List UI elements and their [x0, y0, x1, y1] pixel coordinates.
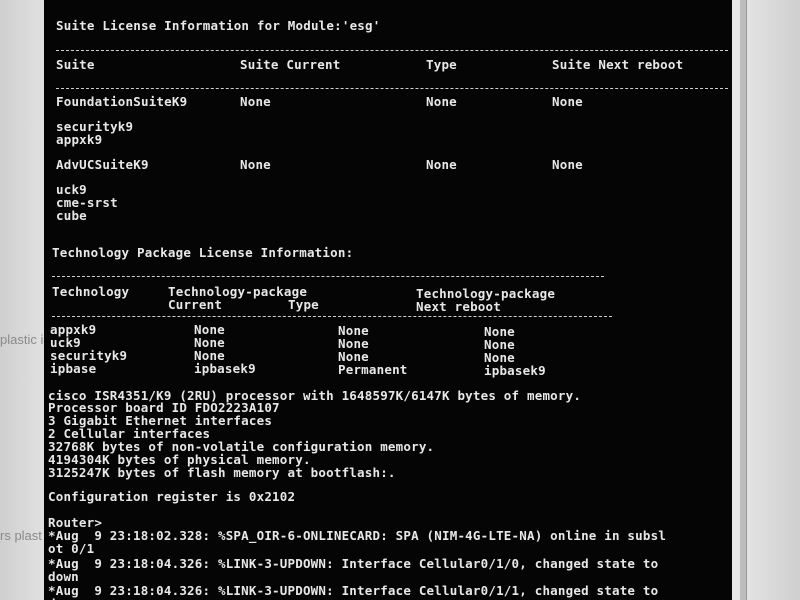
tech-license-title: Technology Package License Information: [52, 245, 354, 260]
hw-info-line: 3125247K bytes of flash memory at bootfl… [48, 465, 396, 480]
tech-header-current: Current [168, 297, 223, 312]
scrollbar-edge [746, 0, 747, 600]
suite-header-type: Type [426, 57, 457, 72]
suite-header-current: Suite Current [240, 57, 341, 72]
tech-header-technology: Technology [52, 284, 130, 299]
log-line: *Aug 9 23:18:02.328: %SPA_OIR-6-ONLINECA… [48, 528, 667, 543]
config-register-line: Configuration register is 0x2102 [48, 489, 296, 504]
log-line: down [48, 569, 79, 584]
divider [56, 50, 728, 51]
tech-header-next-reboot: Next reboot [416, 299, 501, 314]
terminal-window[interactable]: Suite License Information for Module:'es… [44, 0, 732, 600]
suite-row-type: None [426, 94, 457, 109]
tech-header-type: Type [288, 297, 319, 312]
suite-feature: appxk9 [56, 132, 103, 147]
divider [52, 316, 612, 317]
suite-row-next: None [552, 94, 583, 109]
tech-row-next: ipbasek9 [484, 363, 546, 378]
tech-row-current: ipbasek9 [194, 361, 256, 376]
suite-row-current: None [240, 157, 271, 172]
background-text-snippet: plastic is [0, 332, 50, 347]
suite-row-type: None [426, 157, 457, 172]
suite-row-name: FoundationSuiteK9 [56, 94, 188, 109]
log-line: *Aug 9 23:18:04.326: %LINK-3-UPDOWN: Int… [48, 583, 659, 598]
background-window-right [730, 0, 800, 600]
suite-row-name: AdvUCSuiteK9 [56, 157, 149, 172]
suite-feature: cube [56, 208, 87, 223]
suite-header-suite: Suite [56, 57, 95, 72]
suite-license-title: Suite License Information for Module:'es… [56, 18, 381, 33]
suite-header-next-reboot: Suite Next reboot [552, 57, 684, 72]
suite-row-current: None [240, 94, 271, 109]
suite-row-next: None [552, 157, 583, 172]
background-text-snippet: rs plast [0, 528, 42, 543]
log-line: ot 0/1 [48, 541, 95, 556]
log-line: *Aug 9 23:18:04.326: %LINK-3-UPDOWN: Int… [48, 556, 659, 571]
divider [56, 88, 728, 89]
divider [52, 276, 604, 277]
tech-row-technology: ipbase [50, 361, 97, 376]
tech-row-type: Permanent [338, 362, 408, 377]
